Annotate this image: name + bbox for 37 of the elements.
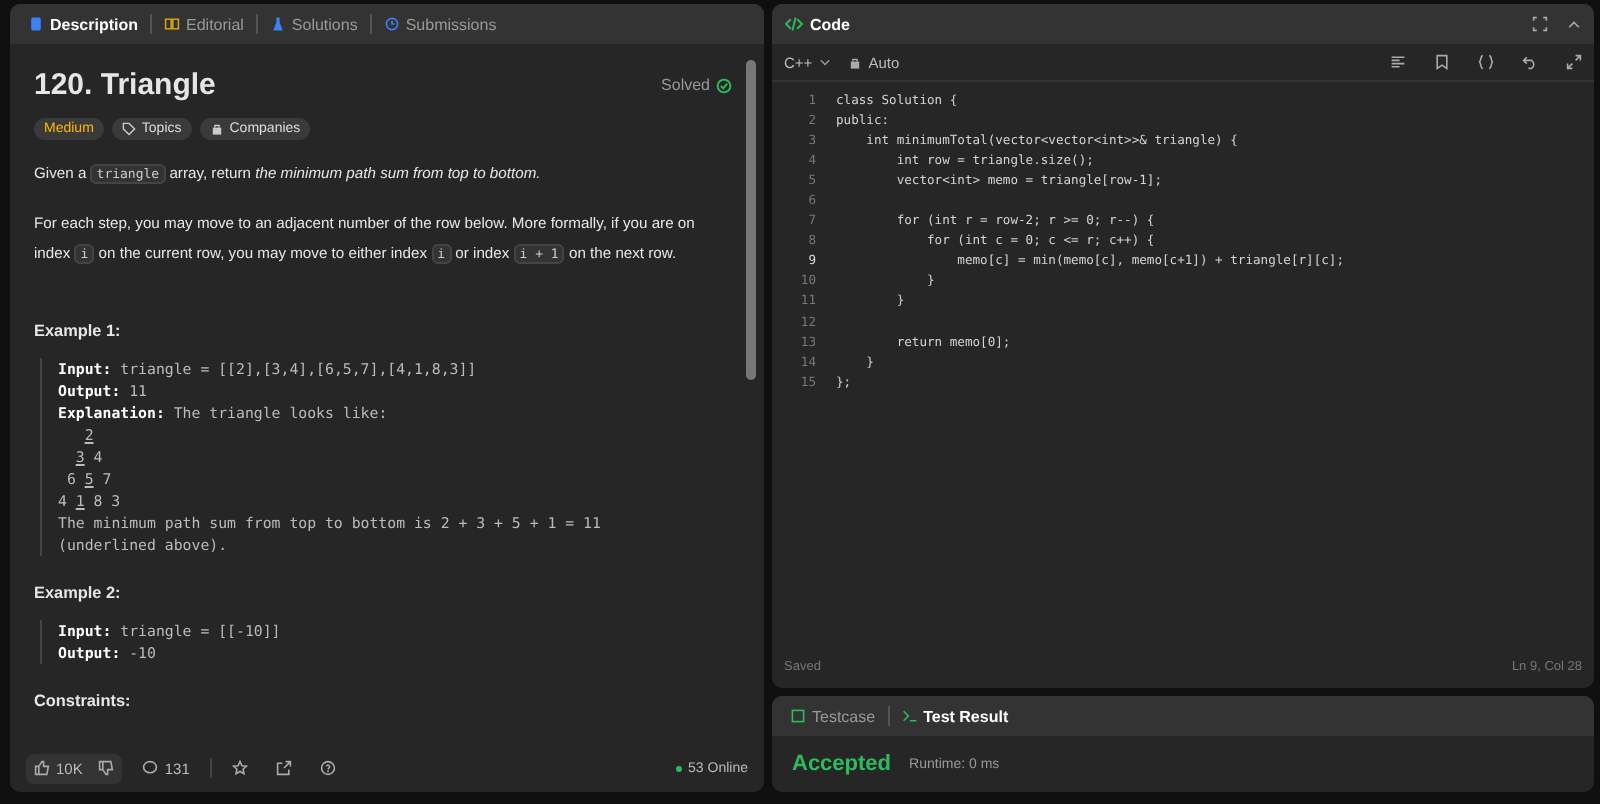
verdict: Accepted	[792, 752, 892, 776]
tab[interactable]: Testcase	[784, 707, 882, 725]
caret-icon	[818, 55, 833, 69]
question-icon	[319, 760, 336, 776]
expand-icon[interactable]	[1566, 54, 1582, 70]
thumbs-down-icon	[98, 760, 115, 776]
problem-title: 120. Triangle	[34, 68, 218, 102]
constraints-heading: Constraints:	[34, 692, 133, 710]
comment-icon	[142, 760, 159, 776]
external-link-icon	[275, 760, 292, 776]
braces-icon[interactable]	[1478, 54, 1494, 70]
lock-icon	[209, 122, 224, 136]
tab[interactable]: Solutions	[263, 15, 364, 33]
fullscreen-icon[interactable]	[1532, 16, 1548, 32]
thumbs-up-icon	[34, 760, 50, 776]
checkbox-icon	[790, 708, 806, 724]
tag-icon	[121, 122, 136, 136]
clock-icon	[383, 16, 400, 32]
terminal-icon	[901, 708, 918, 724]
book-icon	[164, 16, 181, 32]
tab[interactable]: Description	[22, 15, 145, 33]
collapse-icon[interactable]	[1566, 16, 1582, 32]
document-icon	[28, 16, 44, 32]
tab[interactable]: Submissions	[377, 15, 503, 33]
lock-icon	[848, 55, 863, 69]
code-icon	[784, 16, 804, 32]
bookmark-icon[interactable]	[1434, 54, 1450, 70]
tab[interactable]: Test Result	[895, 707, 1015, 725]
example-heading: Example 1:	[34, 322, 123, 340]
star-icon	[231, 760, 248, 776]
format-icon[interactable]	[1390, 54, 1406, 70]
example-heading: Example 2:	[34, 584, 123, 602]
tab[interactable]: Editorial	[158, 15, 250, 33]
panel-title: Code	[810, 15, 850, 33]
undo-icon[interactable]	[1522, 54, 1538, 70]
flask-icon	[269, 16, 286, 32]
solved-status: Solved	[661, 76, 710, 94]
